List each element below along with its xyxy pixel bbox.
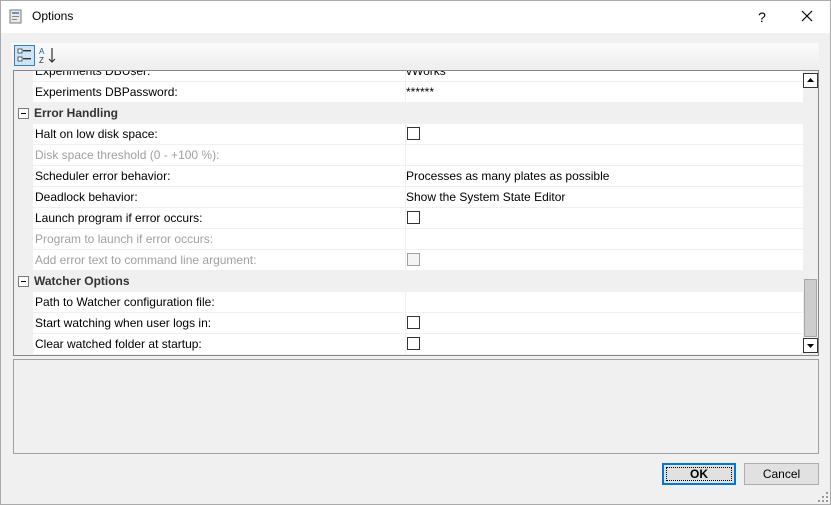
property-rows: Experiments DBUser: vWorks Experiments DBP… bbox=[14, 70, 805, 355]
property-name: Start watching when user logs in: bbox=[33, 313, 406, 334]
row-margin bbox=[14, 313, 33, 334]
category-row[interactable]: Error Handling bbox=[14, 103, 803, 124]
property-row[interactable]: Halt on low disk space: bbox=[14, 124, 805, 145]
property-value[interactable]: Show the System State Editor bbox=[404, 187, 805, 208]
property-name: Clear watched folder at startup: bbox=[33, 334, 406, 355]
property-row[interactable]: Experiments DBUser: vWorks bbox=[14, 70, 805, 82]
property-name: Deadlock behavior: bbox=[33, 187, 406, 208]
row-margin bbox=[14, 250, 33, 271]
row-margin bbox=[14, 71, 33, 82]
categorized-view-button[interactable] bbox=[14, 45, 35, 66]
property-value[interactable] bbox=[404, 208, 805, 229]
property-grid: Experiments DBUser: vWorks Experiments DBP… bbox=[13, 70, 819, 356]
property-value[interactable] bbox=[404, 334, 805, 355]
property-value[interactable]: ****** bbox=[404, 82, 805, 103]
property-value bbox=[404, 229, 805, 250]
alphabetical-view-button[interactable]: A Z bbox=[38, 45, 59, 66]
property-row[interactable]: Program to launch if error occurs: bbox=[14, 229, 805, 250]
property-name: Experiments DBPassword: bbox=[33, 82, 406, 103]
property-value bbox=[404, 145, 805, 166]
property-value-text: ****** bbox=[406, 85, 435, 99]
help-button[interactable]: ? bbox=[743, 1, 781, 33]
property-value-text: Show the System State Editor bbox=[406, 190, 566, 204]
row-margin bbox=[14, 208, 33, 229]
scroll-down-icon bbox=[807, 344, 814, 348]
description-pane bbox=[13, 359, 819, 454]
property-row[interactable]: Launch program if error occurs: bbox=[14, 208, 805, 229]
property-name: Experiments DBUser: bbox=[33, 71, 406, 82]
title-bar: Options ? bbox=[1, 1, 830, 33]
category-row[interactable]: Watcher Options bbox=[14, 271, 803, 292]
focus-rectangle bbox=[666, 467, 732, 481]
property-row[interactable]: Clear watched folder at startup: bbox=[14, 334, 805, 355]
property-name: Scheduler error behavior: bbox=[33, 166, 406, 187]
category-label: Error Handling bbox=[34, 106, 119, 120]
row-margin bbox=[14, 334, 33, 355]
row-margin bbox=[14, 229, 33, 250]
row-margin bbox=[14, 187, 33, 208]
property-name: Program to launch if error occurs: bbox=[33, 229, 406, 250]
property-checkbox bbox=[407, 253, 420, 266]
category-label: Watcher Options bbox=[34, 274, 130, 288]
property-row[interactable]: Path to Watcher configuration file: bbox=[14, 292, 805, 313]
cancel-button[interactable]: Cancel bbox=[744, 463, 819, 485]
property-value[interactable] bbox=[404, 124, 805, 145]
app-icon bbox=[9, 9, 22, 24]
row-margin bbox=[14, 82, 33, 103]
ok-button[interactable]: OK bbox=[662, 463, 736, 485]
close-icon bbox=[801, 10, 813, 22]
resize-grip-icon[interactable] bbox=[817, 491, 829, 503]
property-checkbox[interactable] bbox=[407, 316, 420, 329]
property-checkbox[interactable] bbox=[407, 127, 420, 140]
scroll-up-button[interactable] bbox=[803, 73, 818, 88]
property-row[interactable]: Start watching when user logs in: bbox=[14, 313, 805, 334]
property-value bbox=[404, 250, 805, 271]
property-checkbox[interactable] bbox=[407, 211, 420, 224]
property-value-text: vWorks bbox=[406, 70, 446, 78]
property-value[interactable] bbox=[404, 292, 805, 313]
row-margin bbox=[14, 145, 33, 166]
categorized-icon bbox=[17, 48, 31, 62]
collapse-toggle-icon[interactable] bbox=[18, 276, 29, 287]
vertical-scrollbar[interactable] bbox=[803, 71, 818, 355]
property-row[interactable]: Deadlock behavior: Show the System State … bbox=[14, 187, 805, 208]
property-row[interactable]: Disk space threshold (0 - +100 %): bbox=[14, 145, 805, 166]
property-name: Halt on low disk space: bbox=[33, 124, 406, 145]
scroll-thumb[interactable] bbox=[804, 279, 817, 337]
scroll-down-button[interactable] bbox=[803, 338, 818, 353]
row-margin bbox=[14, 124, 33, 145]
property-checkbox[interactable] bbox=[407, 337, 420, 350]
property-name: Launch program if error occurs: bbox=[33, 208, 406, 229]
row-margin bbox=[14, 292, 33, 313]
window-title: Options bbox=[32, 9, 74, 23]
property-value[interactable] bbox=[404, 313, 805, 334]
alphabetical-sort-icon: A Z bbox=[39, 47, 56, 65]
options-dialog: Options ? A Z Experiments DBUser: vWorks… bbox=[0, 0, 831, 505]
property-name: Add error text to command line argument: bbox=[33, 250, 406, 271]
property-row[interactable]: Add error text to command line argument: bbox=[14, 250, 805, 271]
property-grid-toolbar: A Z bbox=[11, 43, 819, 69]
property-row[interactable]: Experiments DBPassword: ****** bbox=[14, 82, 805, 103]
property-value[interactable]: Processes as many plates as possible bbox=[404, 166, 805, 187]
svg-text:Z: Z bbox=[39, 56, 44, 65]
property-value-text: Processes as many plates as possible bbox=[406, 169, 610, 183]
collapse-toggle-icon[interactable] bbox=[18, 108, 29, 119]
svg-text:A: A bbox=[39, 47, 45, 56]
property-value[interactable]: vWorks bbox=[404, 70, 805, 82]
property-name: Disk space threshold (0 - +100 %): bbox=[33, 145, 406, 166]
row-margin bbox=[14, 166, 33, 187]
close-button[interactable] bbox=[785, 1, 830, 33]
property-name: Path to Watcher configuration file: bbox=[33, 292, 406, 313]
property-row[interactable]: Scheduler error behavior: Processes as ma… bbox=[14, 166, 805, 187]
scroll-up-icon bbox=[807, 78, 814, 82]
